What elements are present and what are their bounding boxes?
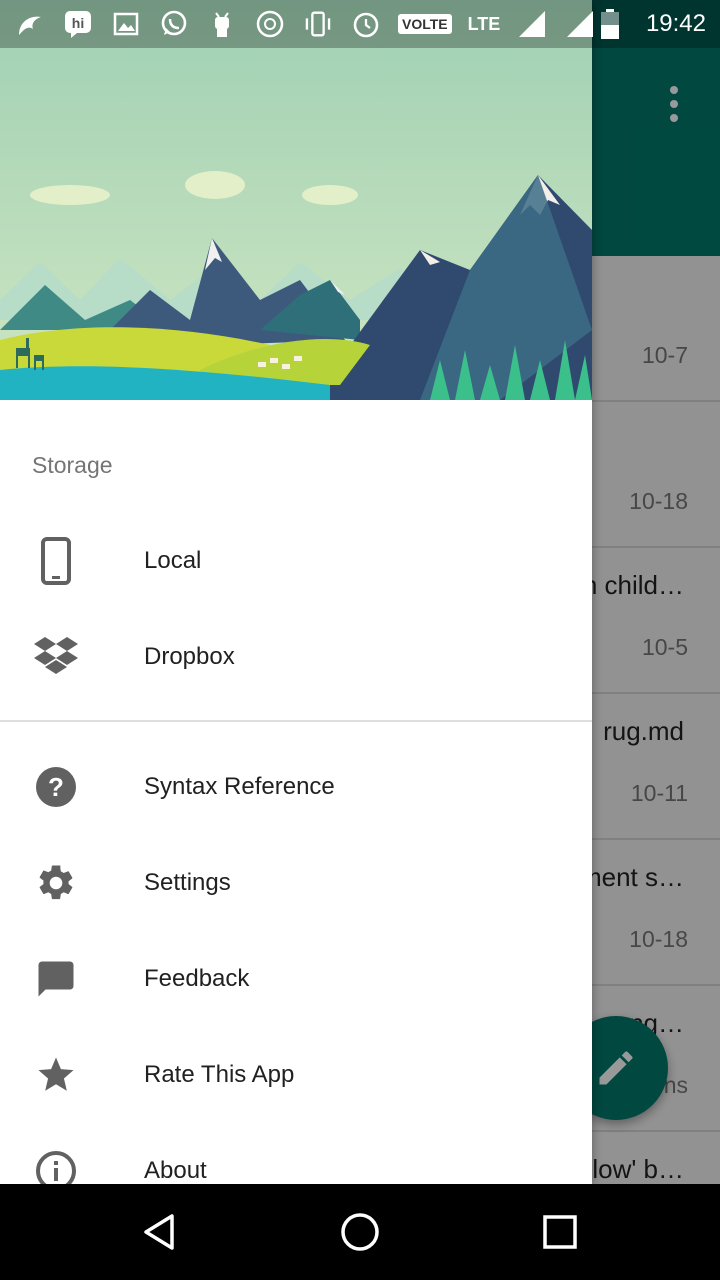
nav-item-label: Local	[144, 547, 202, 574]
info-icon	[32, 1147, 80, 1184]
help-icon: ?	[32, 763, 80, 811]
recents-button[interactable]	[536, 1208, 584, 1256]
volte-icon: VOLTE	[398, 14, 452, 34]
svg-text:?: ?	[48, 772, 64, 802]
dropbox-icon	[32, 633, 80, 681]
home-button[interactable]	[336, 1208, 384, 1256]
feedback-icon	[32, 955, 80, 1003]
hike-icon: hi	[62, 8, 94, 40]
nav-item-label: Feedback	[144, 965, 250, 992]
nav-item-label: Syntax Reference	[144, 773, 335, 800]
whatsapp-icon	[158, 8, 190, 40]
phone-icon	[32, 537, 80, 585]
battery-icon	[594, 8, 626, 40]
nav-item-syntax-reference[interactable]: ? Syntax Reference	[0, 739, 592, 835]
nav-item-dropbox[interactable]: Dropbox	[0, 609, 592, 705]
system-navigation-bar	[0, 1184, 720, 1280]
nav-item-settings[interactable]: Settings	[0, 835, 592, 931]
signal-icon	[564, 8, 596, 40]
nav-item-label: About	[144, 1157, 207, 1184]
nav-item-local[interactable]: Local	[0, 513, 592, 609]
nav-item-rate-this-app[interactable]: Rate This App	[0, 1027, 592, 1123]
drawer-divider	[0, 720, 592, 722]
back-button[interactable]	[136, 1208, 184, 1256]
star-icon	[32, 1051, 80, 1099]
navigation-drawer: Storage Local Dropbox ? Syntax Reference…	[0, 0, 592, 1184]
nav-item-feedback[interactable]: Feedback	[0, 931, 592, 1027]
wifi-hotspot-icon	[254, 8, 286, 40]
vibrate-icon	[302, 8, 334, 40]
clock: 19:42	[645, 10, 706, 37]
mountain-landscape-image	[0, 0, 592, 400]
android-debug-icon	[206, 8, 238, 40]
drawer-header-illustration	[0, 0, 592, 400]
lte-icon: LTE	[467, 14, 501, 34]
signal-icon	[516, 8, 548, 40]
nav-item-label: Rate This App	[144, 1061, 295, 1088]
gear-icon	[32, 859, 80, 907]
nav-item-about[interactable]: About	[0, 1123, 592, 1184]
svg-text:hi: hi	[72, 15, 84, 31]
alarm-icon	[350, 8, 382, 40]
nav-item-label: Settings	[144, 869, 231, 896]
nav-item-label: Dropbox	[144, 643, 235, 670]
storage-section-label: Storage	[32, 452, 113, 478]
status-bar: hi VOLTE LTE 19:42	[0, 0, 720, 48]
gallery-icon	[110, 8, 142, 40]
uc-browser-icon	[14, 8, 46, 40]
